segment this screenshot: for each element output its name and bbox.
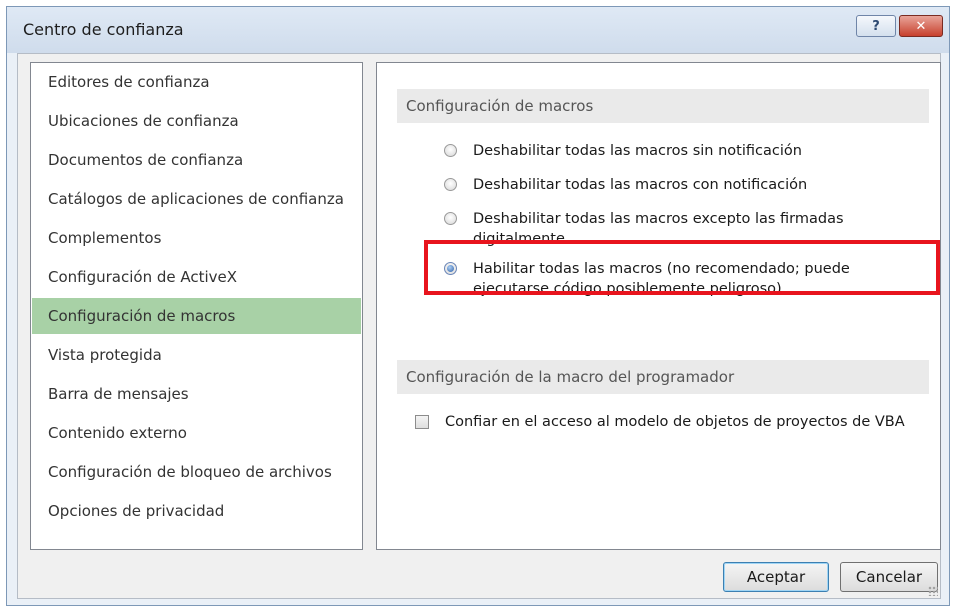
developer-settings-header: Configuración de la macro del programado… — [397, 360, 929, 394]
radio-option-disable-with-notification[interactable]: Deshabilitar todas las macros con notifi… — [444, 175, 893, 195]
sidebar-item-catalogos[interactable]: Catálogos de aplicaciones de confianza — [32, 181, 361, 217]
dialog-title: Centro de confianza — [23, 20, 184, 39]
radio-option-disable-no-notification[interactable]: Deshabilitar todas las macros sin notifi… — [444, 141, 893, 161]
title-buttons: ? ✕ — [856, 15, 943, 37]
radio-button[interactable] — [444, 144, 457, 157]
sidebar-item-ubicaciones[interactable]: Ubicaciones de confianza — [32, 103, 361, 139]
sidebar-item-privacidad[interactable]: Opciones de privacidad — [32, 493, 361, 529]
radio-label: Deshabilitar todas las macros con notifi… — [473, 177, 808, 193]
highlight-annotation — [424, 240, 940, 295]
title-bar[interactable]: Centro de confianza ? ✕ — [7, 7, 949, 53]
radio-button[interactable] — [444, 178, 457, 191]
close-button[interactable]: ✕ — [899, 15, 943, 37]
vba-trust-option[interactable]: Confiar en el acceso al modelo de objeto… — [415, 414, 905, 430]
sidebar-item-contenido-externo[interactable]: Contenido externo — [32, 415, 361, 451]
sidebar-item-documentos[interactable]: Documentos de confianza — [32, 142, 361, 178]
radio-button[interactable] — [444, 212, 457, 225]
vba-trust-checkbox[interactable] — [415, 415, 429, 429]
close-icon: ✕ — [915, 18, 927, 34]
sidebar-item-complementos[interactable]: Complementos — [32, 220, 361, 256]
dialog-body: Editores de confianza Ubicaciones de con… — [17, 53, 941, 599]
sidebar-item-macros[interactable]: Configuración de macros — [32, 298, 361, 334]
sidebar-item-activex[interactable]: Configuración de ActiveX — [32, 259, 361, 295]
sidebar-item-vista-protegida[interactable]: Vista protegida — [32, 337, 361, 373]
vba-trust-label: Confiar en el acceso al modelo de objeto… — [445, 414, 905, 430]
sidebar-item-bloqueo-archivos[interactable]: Configuración de bloqueo de archivos — [32, 454, 361, 490]
help-button[interactable]: ? — [856, 15, 896, 37]
resize-grip[interactable] — [928, 586, 938, 596]
trust-center-dialog: Centro de confianza ? ✕ Editores de conf… — [6, 6, 950, 606]
macro-settings-header: Configuración de macros — [397, 89, 929, 123]
help-icon: ? — [872, 18, 880, 34]
sidebar-item-barra-mensajes[interactable]: Barra de mensajes — [32, 376, 361, 412]
radio-label: Deshabilitar todas las macros sin notifi… — [473, 143, 802, 159]
settings-panel: Configuración de macros Deshabilitar tod… — [376, 62, 941, 550]
ok-button[interactable]: Aceptar — [723, 562, 829, 592]
cancel-button[interactable]: Cancelar — [840, 562, 938, 592]
sidebar: Editores de confianza Ubicaciones de con… — [30, 62, 363, 550]
sidebar-item-editores[interactable]: Editores de confianza — [32, 64, 361, 100]
